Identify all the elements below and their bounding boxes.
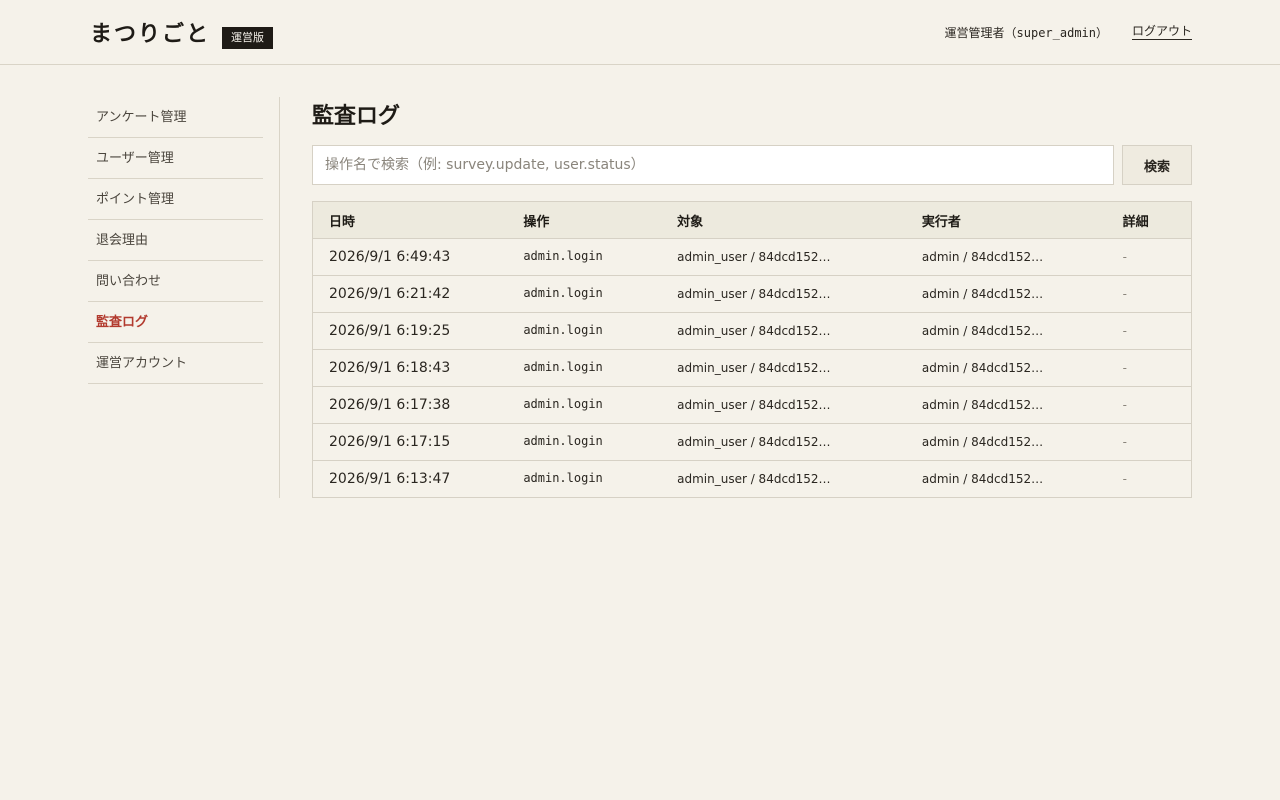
- cell-target: admin_user / 84dcd152…: [661, 460, 906, 498]
- user-id: （super_admin）: [1004, 26, 1108, 40]
- table-row: 2026/9/1 6:17:38 admin.login admin_user …: [312, 386, 1192, 424]
- cell-target: admin_user / 84dcd152…: [661, 312, 906, 350]
- cell-time: 2026/9/1 6:49:43: [312, 238, 508, 276]
- sidebar-nav: アンケート管理 ユーザー管理 ポイント管理 退会理由 問い合わせ 監査ログ 運営…: [88, 97, 263, 384]
- table-header-row: 日時 操作 対象 実行者 詳細: [312, 201, 1192, 239]
- cell-actor: admin / 84dcd152…: [905, 423, 1107, 461]
- cell-operation: admin.login: [507, 275, 662, 313]
- cell-time: 2026/9/1 6:21:42: [312, 275, 508, 313]
- app-header: まつりごと 運営版 運営管理者（super_admin） ログアウト: [0, 0, 1280, 65]
- cell-detail: -: [1106, 386, 1192, 424]
- cell-detail: -: [1106, 423, 1192, 461]
- cell-target: admin_user / 84dcd152…: [661, 275, 906, 313]
- cell-time: 2026/9/1 6:19:25: [312, 312, 508, 350]
- cell-operation: admin.login: [507, 238, 662, 276]
- cell-operation: admin.login: [507, 460, 662, 498]
- cell-actor: admin / 84dcd152…: [905, 460, 1107, 498]
- current-user: 運営管理者（super_admin）: [945, 24, 1109, 41]
- cell-actor: admin / 84dcd152…: [905, 349, 1107, 387]
- column-header-operation: 操作: [507, 201, 662, 239]
- search-button[interactable]: 検索: [1122, 145, 1192, 185]
- table-row: 2026/9/1 6:19:25 admin.login admin_user …: [312, 312, 1192, 350]
- cell-actor: admin / 84dcd152…: [905, 275, 1107, 313]
- column-header-time: 日時: [312, 201, 508, 239]
- cell-detail: -: [1106, 312, 1192, 350]
- table-row: 2026/9/1 6:13:47 admin.login admin_user …: [312, 460, 1192, 498]
- sidebar-item-audit-log[interactable]: 監査ログ: [88, 302, 263, 343]
- cell-operation: admin.login: [507, 423, 662, 461]
- sidebar-item-withdrawal-reasons[interactable]: 退会理由: [88, 220, 263, 261]
- search-input[interactable]: [312, 145, 1114, 185]
- cell-time: 2026/9/1 6:13:47: [312, 460, 508, 498]
- cell-detail: -: [1106, 275, 1192, 313]
- cell-target: admin_user / 84dcd152…: [661, 423, 906, 461]
- cell-time: 2026/9/1 6:17:38: [312, 386, 508, 424]
- cell-detail: -: [1106, 238, 1192, 276]
- cell-detail: -: [1106, 349, 1192, 387]
- brand-logo[interactable]: まつりごと: [90, 16, 210, 48]
- user-role: 運営管理者: [944, 26, 1005, 40]
- logout-link[interactable]: ログアウト: [1131, 24, 1192, 40]
- cell-time: 2026/9/1 6:18:43: [312, 349, 508, 387]
- sidebar-item-inquiries[interactable]: 問い合わせ: [88, 261, 263, 302]
- cell-target: admin_user / 84dcd152…: [661, 238, 906, 276]
- cell-operation: admin.login: [507, 349, 662, 387]
- table-row: 2026/9/1 6:21:42 admin.login admin_user …: [312, 275, 1192, 313]
- sidebar-item-surveys[interactable]: アンケート管理: [88, 97, 263, 138]
- column-header-target: 対象: [661, 201, 906, 239]
- sidebar-item-points[interactable]: ポイント管理: [88, 179, 263, 220]
- sidebar-divider: [279, 97, 280, 498]
- cell-actor: admin / 84dcd152…: [905, 386, 1107, 424]
- page-title: 監査ログ: [312, 103, 401, 129]
- cell-actor: admin / 84dcd152…: [905, 238, 1107, 276]
- cell-time: 2026/9/1 6:17:15: [312, 423, 508, 461]
- cell-target: admin_user / 84dcd152…: [661, 386, 906, 424]
- cell-operation: admin.login: [507, 386, 662, 424]
- cell-detail: -: [1106, 460, 1192, 498]
- table-row: 2026/9/1 6:18:43 admin.login admin_user …: [312, 349, 1192, 387]
- edition-badge: 運営版: [222, 27, 273, 49]
- audit-log-table: 日時 操作 対象 実行者 詳細 2026/9/1 6:49:43 admin.l…: [312, 201, 1192, 498]
- sidebar-item-admin-accounts[interactable]: 運営アカウント: [88, 343, 263, 384]
- column-header-actor: 実行者: [905, 201, 1107, 239]
- table-row: 2026/9/1 6:17:15 admin.login admin_user …: [312, 423, 1192, 461]
- table-row: 2026/9/1 6:49:43 admin.login admin_user …: [312, 238, 1192, 276]
- cell-target: admin_user / 84dcd152…: [661, 349, 906, 387]
- sidebar-item-users[interactable]: ユーザー管理: [88, 138, 263, 179]
- cell-operation: admin.login: [507, 312, 662, 350]
- column-header-detail: 詳細: [1106, 201, 1192, 239]
- cell-actor: admin / 84dcd152…: [905, 312, 1107, 350]
